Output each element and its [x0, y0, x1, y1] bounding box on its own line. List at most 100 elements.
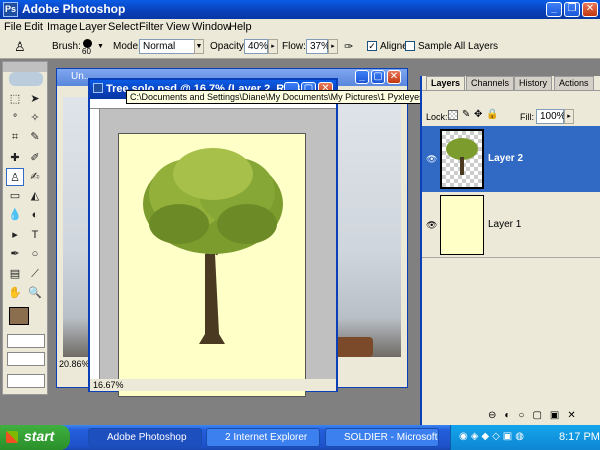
tree-document-window[interactable]: Tree solo.psd @ 16.7% (Layer 2, RGB... _…	[88, 78, 338, 397]
eye-icon[interactable]: 👁	[426, 220, 437, 231]
path-select-icon[interactable]: ▸	[6, 226, 24, 244]
notes-icon[interactable]: ▤	[6, 265, 24, 283]
layers-palette: Layers Channels History Actions Lock: ✎ …	[420, 76, 600, 425]
clone-stamp-tool-icon[interactable]: ♙	[6, 168, 24, 186]
blur-icon[interactable]: 💧	[6, 206, 24, 224]
history-brush-icon[interactable]: ✍	[26, 168, 44, 186]
menu-filter[interactable]: Filter	[139, 21, 163, 33]
menu-layer[interactable]: Layer	[79, 21, 107, 33]
move-icon[interactable]: ➤	[26, 90, 44, 108]
pen-icon[interactable]: ✒	[6, 245, 24, 263]
restore-icon[interactable]: ❐	[564, 2, 580, 17]
tab-channels[interactable]: Channels	[466, 76, 515, 90]
zoom-icon[interactable]: 🔍	[26, 284, 44, 302]
menu-select[interactable]: Select	[108, 21, 139, 33]
menu-bar: File Edit Image Layer Select Filter View…	[0, 19, 600, 35]
layer-2-name[interactable]: Layer 2	[488, 153, 523, 164]
tab-history[interactable]: History	[514, 76, 553, 90]
flow-arrow-icon[interactable]: ▸	[328, 39, 338, 54]
task-adobe-photoshop[interactable]: Adobe Photoshop	[88, 428, 202, 447]
bg-maximize-icon[interactable]: ▢	[371, 70, 385, 84]
layer-1-name[interactable]: Layer 1	[488, 219, 521, 230]
menu-view[interactable]: View	[166, 21, 190, 33]
tree-zoom-level[interactable]: 16.67%	[93, 380, 124, 390]
background-document-zoom: 20.86%	[59, 359, 90, 369]
brush-dropdown-icon[interactable]: ▼	[97, 43, 104, 50]
lock-image-icon[interactable]: ✎	[462, 109, 470, 120]
lock-position-icon[interactable]: ✥	[474, 109, 482, 120]
type-icon[interactable]: T	[26, 226, 44, 244]
tab-divider	[422, 90, 600, 91]
eye-icon[interactable]: 👁	[426, 154, 437, 165]
bg-close-icon[interactable]: ✕	[387, 70, 401, 84]
menu-file[interactable]: File	[4, 21, 22, 33]
app-title: Adobe Photoshop	[22, 2, 126, 16]
tree-image	[143, 148, 283, 344]
tree-status-bar: 16.67%	[90, 379, 336, 391]
brush-size: 60	[82, 47, 91, 56]
toolbox: ⬚ ➤ ᐤ ✧ ⌗ ✎ ✚ ✐ ♙ ✍ ▭ ◭ 💧 ◐ ▸ T ✒ ○ ▤ ⟋ …	[2, 61, 48, 395]
tab-actions[interactable]: Actions	[554, 76, 594, 90]
foreground-color-swatch[interactable]	[9, 307, 29, 325]
close-icon[interactable]: ✕	[582, 2, 598, 17]
quick-mask-toggle[interactable]	[7, 334, 45, 348]
clone-stamp-icon[interactable]: ♙	[14, 39, 26, 55]
mode-select[interactable]: Normal	[139, 39, 195, 54]
menu-help[interactable]: Help	[229, 21, 252, 33]
system-tray: ◉◈◆◇▣◍ 8:17 PM	[450, 425, 600, 450]
task-soldier-microsoft[interactable]: SOLDIER - Microsoft ...	[325, 428, 439, 447]
layer-row-layer-2[interactable]: 👁 Layer 2	[422, 126, 600, 192]
opacity-arrow-icon[interactable]: ▸	[268, 39, 278, 54]
opacity-input[interactable]: 40%	[244, 39, 268, 54]
magic-wand-icon[interactable]: ✧	[26, 109, 44, 127]
lock-all-icon[interactable]: 🔒	[486, 109, 498, 120]
brush-icon[interactable]: ✐	[26, 149, 44, 167]
slice-icon[interactable]: ✎	[26, 128, 44, 146]
menu-image[interactable]: Image	[47, 21, 78, 33]
toolbox-header[interactable]	[3, 62, 47, 72]
vertical-ruler	[90, 109, 100, 379]
eyedropper-icon[interactable]: ⟋	[26, 265, 44, 283]
crop-icon[interactable]: ⌗	[6, 128, 24, 146]
lock-transparency-icon[interactable]	[448, 110, 458, 120]
flow-label: Flow:	[282, 41, 306, 52]
layer-row-layer-1[interactable]: 👁 Layer 1	[422, 192, 600, 258]
clock: 8:17 PM	[559, 431, 600, 443]
menu-edit[interactable]: Edit	[24, 21, 43, 33]
layers-footer-icons[interactable]: ⊖◐○▢▣✕	[488, 410, 584, 421]
task-internet-explorer[interactable]: 2 Internet Explorer	[206, 428, 320, 447]
eraser-icon[interactable]: ▭	[6, 187, 24, 205]
mode-dropdown-icon[interactable]: ▼	[194, 39, 204, 54]
tab-layers[interactable]: Layers	[426, 76, 466, 90]
paint-bucket-icon[interactable]: ◭	[26, 187, 44, 205]
fill-arrow-icon[interactable]: ▸	[564, 109, 574, 124]
tree-canvas[interactable]	[118, 133, 306, 397]
bg-minimize-icon[interactable]: _	[355, 70, 369, 84]
start-button[interactable]: start	[0, 425, 70, 450]
mode-label: Mode:	[113, 41, 141, 52]
options-bar: ♙ Brush: 60 ▼ Mode: Normal ▼ Opacity: 40…	[0, 35, 600, 59]
lasso-icon[interactable]: ᐤ	[6, 109, 24, 127]
aligned-checkbox[interactable]: ✓	[367, 41, 377, 51]
dodge-icon[interactable]: ◐	[26, 206, 44, 224]
taskbar: start Adobe Photoshop 2 Internet Explore…	[0, 425, 600, 450]
shape-icon[interactable]: ○	[26, 245, 44, 263]
healing-brush-icon[interactable]: ✚	[6, 149, 24, 167]
layers-empty-area	[422, 258, 600, 406]
fill-input[interactable]: 100%	[536, 109, 566, 124]
marquee-icon[interactable]: ⬚	[6, 90, 24, 108]
start-label: start	[24, 428, 55, 444]
menu-window[interactable]: Window	[192, 21, 231, 33]
minimize-icon[interactable]: _	[546, 2, 562, 17]
brush-label: Brush:	[52, 41, 81, 52]
jump-to-imageready-icon[interactable]	[7, 374, 45, 388]
windows-logo-icon	[6, 431, 18, 443]
fill-label: Fill:	[520, 112, 534, 122]
flow-input[interactable]: 37%	[306, 39, 330, 54]
airbrush-icon[interactable]: ✑	[344, 40, 353, 53]
hand-icon[interactable]: ✋	[6, 284, 24, 302]
sample-all-layers-checkbox[interactable]	[405, 41, 415, 51]
feather-icon	[9, 72, 43, 86]
tray-icons[interactable]: ◉◈◆◇▣◍	[459, 431, 527, 442]
screen-mode-toggle[interactable]	[7, 352, 45, 366]
